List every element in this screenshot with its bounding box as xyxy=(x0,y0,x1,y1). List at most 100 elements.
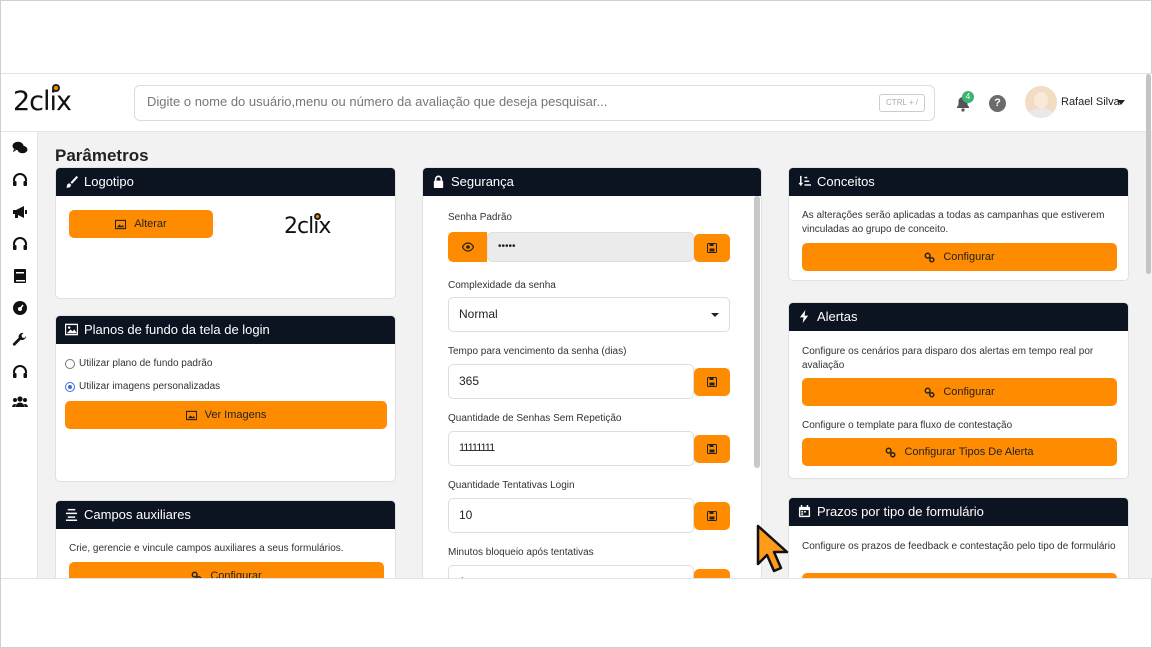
save-tentativas-button[interactable] xyxy=(694,502,730,530)
floppy-icon xyxy=(707,578,717,579)
sidebar xyxy=(1,132,38,578)
search-input[interactable] xyxy=(147,94,847,109)
alertas-template-description: Configure o template para fluxo de conte… xyxy=(802,420,1013,431)
configure-alert-types-label: Configurar Tipos De Alerta xyxy=(904,446,1034,458)
page-title: Parâmetros xyxy=(55,146,149,165)
help-icon[interactable]: ? xyxy=(989,95,1006,112)
avatar-body xyxy=(1028,108,1054,118)
conceitos-configure-label: Configurar xyxy=(943,251,995,263)
floppy-icon xyxy=(707,511,717,521)
prazos-card: Prazos por tipo de formulário Configure … xyxy=(788,497,1129,578)
logotipo-card-header: Logotipo xyxy=(56,168,395,196)
campos-title: Campos auxiliares xyxy=(84,507,191,522)
search-shortcut-hint: CTRL + / xyxy=(879,94,925,112)
conceitos-title: Conceitos xyxy=(817,174,875,189)
chevron-down-icon[interactable] xyxy=(1117,100,1125,105)
bloqueio-label: Minutos bloqueio após tentativas xyxy=(448,547,594,558)
campos-configure-label: Configurar xyxy=(210,570,262,579)
conceitos-configure-button[interactable]: Configurar xyxy=(802,243,1117,271)
logotipo-card: Logotipo Alterar 2clix xyxy=(55,167,396,299)
conceitos-description: As alterações serão aplicadas a todas as… xyxy=(802,210,1105,235)
bloqueio-field[interactable]: 1 xyxy=(448,565,694,578)
change-logo-button[interactable]: Alterar xyxy=(69,210,213,238)
book-icon[interactable] xyxy=(12,268,28,284)
save-vencimento-button[interactable] xyxy=(694,368,730,396)
app-logo[interactable]: 2clix xyxy=(13,84,72,117)
view-images-label: Ver Imagens xyxy=(204,409,267,421)
repeticao-field[interactable]: 11111111 xyxy=(448,431,694,466)
default-background-radio[interactable] xyxy=(65,359,75,369)
campos-card: Campos auxiliares Crie, gerencie e vincu… xyxy=(55,500,396,579)
alertas-configure-label: Configurar xyxy=(943,386,995,398)
dashboard-icon[interactable] xyxy=(12,300,28,316)
alertas-card: Alertas Configure os cenários para dispa… xyxy=(788,302,1129,479)
planos-title: Planos de fundo da tela de login xyxy=(84,322,270,337)
prazos-description: Configure os prazos de feedback e contes… xyxy=(802,541,1116,552)
floppy-icon xyxy=(707,444,717,454)
prazos-configure-button[interactable] xyxy=(802,573,1117,578)
wrench-icon[interactable] xyxy=(12,332,28,348)
logo-dot-icon xyxy=(314,213,321,220)
tentativas-field[interactable]: 10 xyxy=(448,498,694,533)
lock-icon xyxy=(433,175,444,188)
chat-icon[interactable] xyxy=(12,140,28,156)
bolt-icon xyxy=(799,310,809,323)
default-background-label: Utilizar plano de fundo padrão xyxy=(79,358,213,369)
planos-card-header: Planos de fundo da tela de login xyxy=(56,316,395,344)
complexidade-select[interactable]: Normal xyxy=(448,297,730,332)
save-repeticao-button[interactable] xyxy=(694,435,730,463)
seguranca-title: Segurança xyxy=(451,174,514,189)
campos-description: Crie, gerencie e vincule campos auxiliar… xyxy=(69,543,344,554)
floppy-icon xyxy=(707,243,717,253)
toggle-password-button[interactable] xyxy=(448,232,487,262)
tentativas-label: Quantidade Tentativas Login xyxy=(448,480,575,491)
alertas-title: Alertas xyxy=(817,309,858,324)
image-icon xyxy=(65,323,78,336)
save-senha-button[interactable] xyxy=(694,234,730,262)
megaphone-icon[interactable] xyxy=(12,204,28,220)
custom-images-label: Utilizar imagens personalizadas xyxy=(79,381,221,392)
mouse-cursor-icon xyxy=(756,524,789,573)
prazos-card-header: Prazos por tipo de formulário xyxy=(789,498,1128,526)
user-name[interactable]: Rafael Silva xyxy=(1061,96,1120,108)
prazos-title: Prazos por tipo de formulário xyxy=(817,504,984,519)
vencimento-field[interactable]: 365 xyxy=(448,364,694,399)
alertas-description: Configure os cenários para disparo dos a… xyxy=(802,346,1094,371)
logotipo-title: Logotipo xyxy=(84,174,134,189)
logo-dot-icon xyxy=(52,84,60,92)
notification-badge: 4 xyxy=(962,91,974,103)
seguranca-card: Segurança Senha Padrão ••••• Complexidad… xyxy=(422,167,762,579)
avatar-face xyxy=(1034,92,1048,108)
gears-icon xyxy=(886,447,897,458)
headset-icon[interactable] xyxy=(12,172,28,188)
headset-icon[interactable] xyxy=(12,236,28,252)
campos-card-header: Campos auxiliares xyxy=(56,501,395,529)
senha-field[interactable]: ••••• xyxy=(487,232,694,262)
view-images-button[interactable]: Ver Imagens xyxy=(65,401,387,429)
image-icon xyxy=(185,410,197,420)
logo-text: 2clix xyxy=(13,86,72,117)
complexidade-value: Normal xyxy=(459,307,498,321)
gears-icon xyxy=(191,571,202,578)
headset-icon[interactable] xyxy=(12,364,28,380)
campos-configure-button[interactable]: Configurar xyxy=(69,562,384,579)
vencimento-label: Tempo para vencimento da senha (dias) xyxy=(448,346,627,357)
seguranca-scrollbar[interactable] xyxy=(754,196,760,468)
screen-frame: 2clix CTRL + / 4 ? Rafael Silva Parâmetr… xyxy=(0,0,1152,648)
repeticao-label: Quantidade de Senhas Sem Repetição xyxy=(448,413,622,424)
sort-icon xyxy=(798,175,811,187)
current-logo-preview: 2clix xyxy=(284,213,331,239)
save-bloqueio-button[interactable] xyxy=(694,569,730,579)
users-icon[interactable] xyxy=(12,394,28,410)
senha-label: Senha Padrão xyxy=(448,212,512,223)
floppy-icon xyxy=(707,377,717,387)
alertas-configure-button[interactable]: Configurar xyxy=(802,378,1117,406)
configure-alert-types-button[interactable]: Configurar Tipos De Alerta xyxy=(802,438,1117,466)
custom-images-radio[interactable] xyxy=(65,382,75,392)
gears-icon xyxy=(924,387,935,398)
global-search[interactable]: CTRL + / xyxy=(134,85,935,121)
page-scrollbar[interactable] xyxy=(1146,74,1151,274)
chevron-down-icon xyxy=(711,313,719,317)
image-icon xyxy=(115,219,127,229)
avatar[interactable] xyxy=(1025,86,1057,118)
